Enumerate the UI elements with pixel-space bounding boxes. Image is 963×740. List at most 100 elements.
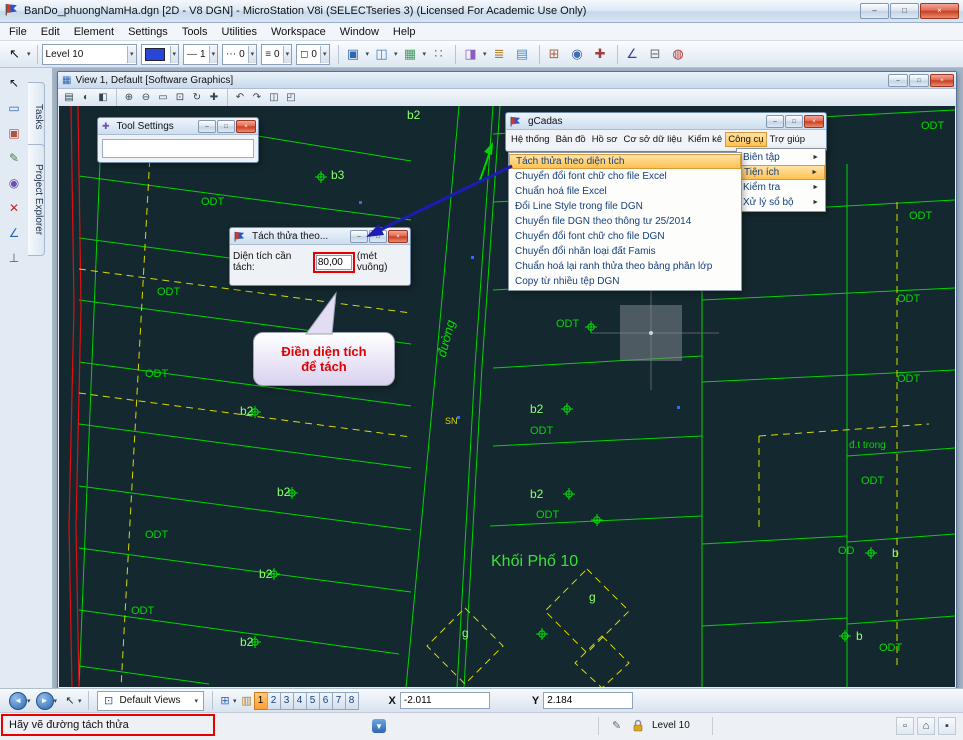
view-toggle-7[interactable]: 7 <box>332 692 346 710</box>
close-button[interactable]: × <box>388 230 408 243</box>
menu-utilities[interactable]: Utilities <box>215 25 264 39</box>
gcadas-menu-co-so-du-lieu[interactable]: Cơ sở dữ liệu <box>620 132 684 147</box>
close-button[interactable]: × <box>804 115 824 128</box>
maximize-button[interactable]: □ <box>217 120 235 133</box>
level-display-icon[interactable]: ▤ <box>512 44 533 65</box>
raster-manager-icon-dropdown[interactable]: ▾ <box>423 50 427 58</box>
references-icon[interactable]: ◫ <box>371 44 392 65</box>
active-view-pointer-icon-dropdown[interactable]: ▾ <box>78 697 82 705</box>
dialog-grid-icon[interactable]: ⊟ <box>645 44 666 65</box>
menu-workspace[interactable]: Workspace <box>264 25 333 39</box>
minimize-button[interactable]: – <box>766 115 784 128</box>
minimize-button[interactable]: – <box>350 230 368 243</box>
close-button[interactable]: × <box>930 74 954 87</box>
view-previous-icon[interactable]: ↶ <box>232 91 248 105</box>
saved-views-combo[interactable]: ⊡ Default Views ▾ <box>97 691 204 711</box>
menu-settings[interactable]: Settings <box>121 25 175 39</box>
element-selection-dropdown[interactable]: ▾ <box>27 50 31 58</box>
gcadas-submenu-copy-tu-nhieu-tep-dgn[interactable]: Copy từ nhiều tệp DGN <box>509 274 741 289</box>
close-button[interactable]: × <box>920 3 959 19</box>
view-next-icon[interactable]: ↷ <box>249 91 265 105</box>
modify-icon[interactable]: ◉ <box>4 174 24 192</box>
view-next-button-dropdown[interactable]: ▾ <box>54 697 58 705</box>
maximize-button[interactable]: □ <box>369 230 387 243</box>
view-attributes-icon[interactable]: ▤ <box>61 91 77 105</box>
menu-tools[interactable]: Tools <box>175 25 215 39</box>
view-toggle-4[interactable]: 4 <box>293 692 307 710</box>
area-input[interactable] <box>316 255 352 270</box>
active-level-status[interactable]: Level 10 <box>652 720 690 731</box>
gcadas-submenu-chuan-hoa-file-excel[interactable]: Chuẩn hoá file Excel <box>509 184 741 199</box>
active-level-combo[interactable]: Level 10 ▾ <box>42 44 137 65</box>
view-previous-button-dropdown[interactable]: ▾ <box>27 697 31 705</box>
element-selection-icon[interactable]: ↖ <box>4 44 25 65</box>
minimize-button[interactable]: – <box>888 74 908 87</box>
attribute-combo-3[interactable]: ◻0▾ <box>296 44 329 65</box>
chevron-down-icon[interactable]: ▾ <box>170 46 179 63</box>
chevron-down-icon[interactable]: ▾ <box>127 46 136 63</box>
view-previous-button[interactable]: ◄ <box>9 692 27 710</box>
acs-plane-icon[interactable]: ⊥ <box>4 249 24 267</box>
toggle-construction-icon[interactable]: ✚ <box>590 44 611 65</box>
adjust-colors-icon[interactable]: ◧ <box>95 91 111 105</box>
gcadas-submenu-chuyen-oi-font-chu-cho-file-excel[interactable]: Chuyển đổi font chữ cho file Excel <box>509 169 741 184</box>
zoom-out-icon[interactable]: ⊖ <box>138 91 154 105</box>
gcadas-submenu-chuyen-oi-nhan-loai-at-famis[interactable]: Chuyển đổi nhãn loại đất Famis <box>509 244 741 259</box>
active-view-pointer-icon[interactable]: ↖ <box>62 693 78 709</box>
gcadas-submenu-tach-thua-theo-dien-tich[interactable]: Tách thửa theo diện tích <box>509 154 741 169</box>
minimize-button[interactable]: – <box>198 120 216 133</box>
maximize-button[interactable]: □ <box>890 3 919 19</box>
lock-icon[interactable] <box>632 719 644 735</box>
models-icon[interactable]: ▣ <box>343 44 364 65</box>
close-button[interactable]: × <box>236 120 256 133</box>
active-color-combo[interactable]: ▾ <box>141 44 180 65</box>
copy-view-icon[interactable]: ◫ <box>266 91 282 105</box>
cells-icon[interactable]: ⊞ <box>544 44 565 65</box>
maximize-button[interactable]: □ <box>909 74 929 87</box>
x-coordinate-field[interactable] <box>400 692 490 709</box>
chevron-down-icon[interactable]: ▾ <box>233 697 237 705</box>
element-info-icon[interactable]: ◉ <box>567 44 588 65</box>
attribute-combo-1[interactable]: ⋯0▾ <box>222 44 257 65</box>
view-display-mode-icon[interactable]: ◐ <box>78 91 94 105</box>
point-clouds-icon[interactable]: ∷ <box>428 44 449 65</box>
saved-views-icon[interactable]: ◨ <box>460 44 481 65</box>
delete-element-icon[interactable]: ✕ <box>4 199 24 217</box>
message-center-icon[interactable]: ▼ <box>372 719 386 733</box>
gcadas-menu-kiem-ke[interactable]: Kiểm kê <box>685 132 725 147</box>
tab-project-explorer[interactable]: Project Explorer <box>28 144 45 256</box>
gcadas-menu-ban-o[interactable]: Bản đồ <box>553 132 589 147</box>
zoom-in-icon[interactable]: ⊕ <box>121 91 137 105</box>
window-area-icon[interactable]: ▭ <box>155 91 171 105</box>
raster-manager-icon[interactable]: ▦ <box>400 44 421 65</box>
status-panel-icon[interactable]: ▪ <box>938 717 956 735</box>
clip-volume-icon[interactable]: ◰ <box>283 91 299 105</box>
rotate-view-icon[interactable]: ↻ <box>189 91 205 105</box>
view-toggle-6[interactable]: 6 <box>319 692 333 710</box>
maximize-button[interactable]: □ <box>785 115 803 128</box>
gcadas-submenu-oi-line-style-trong-file-dgn[interactable]: Đổi Line Style trong file DGN <box>509 199 741 214</box>
gcadas-submenu-chuyen-oi-font-chu-cho-file-dgn[interactable]: Chuyển đổi font chữ cho file DGN <box>509 229 741 244</box>
drawing-icon[interactable]: ✎ <box>4 149 24 167</box>
level-manager-icon[interactable]: ≣ <box>489 44 510 65</box>
minimize-statusbar-icon[interactable]: ▫ <box>896 717 914 735</box>
gcadas-submenu-chuyen-file-dgn-theo-thong-tu-25-2014[interactable]: Chuyển file DGN theo thông tư 25/2014 <box>509 214 741 229</box>
menu-edit[interactable]: Edit <box>34 25 67 39</box>
saved-views-icon-dropdown[interactable]: ▾ <box>483 50 487 58</box>
gcadas-menu-he-thong[interactable]: Hệ thống <box>508 132 553 147</box>
view-toggle-3[interactable]: 3 <box>280 692 294 710</box>
view-toggle-5[interactable]: 5 <box>306 692 320 710</box>
gcadas-submenu-chuan-hoa-lai-ranh-thua-theo-bang-phan-lop[interactable]: Chuẩn hoá lại ranh thửa theo bảng phân l… <box>509 259 741 274</box>
y-coordinate-field[interactable] <box>543 692 633 709</box>
gcadas-dropdown-bien-tap[interactable]: Biên tập► <box>737 150 825 165</box>
gcadas-menu-tro-giup[interactable]: Trợ giúp <box>767 132 808 147</box>
menu-window[interactable]: Window <box>333 25 386 39</box>
fit-view-icon[interactable]: ⊡ <box>172 91 188 105</box>
view-toggle-8[interactable]: 8 <box>345 692 359 710</box>
design-history-icon[interactable]: ◍ <box>668 44 689 65</box>
view-toggle-2[interactable]: 2 <box>267 692 281 710</box>
gcadas-dropdown-xu-ly-so-bo[interactable]: Xử lý sổ bộ► <box>737 195 825 210</box>
element-selection-icon[interactable]: ↖ <box>4 74 24 92</box>
minimize-button[interactable]: – <box>860 3 889 19</box>
models-icon-dropdown[interactable]: ▾ <box>366 50 370 58</box>
